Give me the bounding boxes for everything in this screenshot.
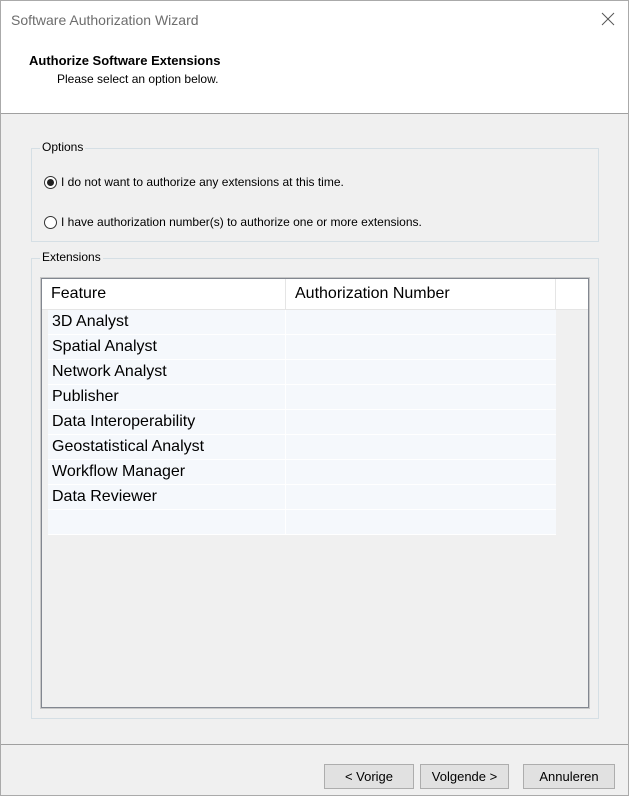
feature-cell: Geostatistical Analyst <box>48 435 286 459</box>
options-legend: Options <box>40 140 86 154</box>
table-row[interactable]: Network Analyst <box>48 360 556 385</box>
feature-cell: Network Analyst <box>48 360 286 384</box>
window-title: Software Authorization Wizard <box>11 12 199 28</box>
authorization-number-cell[interactable] <box>286 435 556 459</box>
authorization-number-cell[interactable] <box>286 335 556 359</box>
wizard-header: Authorize Software Extensions Please sel… <box>1 39 628 114</box>
options-group: Options I do not want to authorize any e… <box>31 140 599 242</box>
table-row[interactable]: Data Interoperability <box>48 410 556 435</box>
feature-cell: Data Reviewer <box>48 485 286 509</box>
feature-cell <box>48 510 286 534</box>
back-button[interactable]: < Vorige <box>324 764 414 789</box>
table-row[interactable]: Data Reviewer <box>48 485 556 510</box>
column-authorization-number[interactable]: Authorization Number <box>286 279 556 309</box>
extensions-table[interactable]: Feature Authorization Number 3D Analyst S… <box>40 277 590 709</box>
feature-cell: Data Interoperability <box>48 410 286 434</box>
cancel-button[interactable]: Annuleren <box>523 764 615 789</box>
table-row[interactable]: Geostatistical Analyst <box>48 435 556 460</box>
authorization-number-cell[interactable] <box>286 485 556 509</box>
feature-cell: 3D Analyst <box>48 310 286 334</box>
table-row[interactable]: Publisher <box>48 385 556 410</box>
radio-authorize[interactable] <box>44 215 57 229</box>
footer-divider <box>1 744 628 745</box>
page-title: Authorize Software Extensions <box>29 53 221 68</box>
option-authorize[interactable]: I have authorization number(s) to author… <box>44 215 422 229</box>
option-no-authorize-label: I do not want to authorize any extension… <box>61 175 344 189</box>
authorization-number-cell[interactable] <box>286 310 556 334</box>
feature-cell: Workflow Manager <box>48 460 286 484</box>
feature-cell: Spatial Analyst <box>48 335 286 359</box>
feature-cell: Publisher <box>48 385 286 409</box>
extensions-legend: Extensions <box>40 250 103 264</box>
table-header: Feature Authorization Number <box>42 279 588 310</box>
page-subtitle: Please select an option below. <box>57 72 219 86</box>
radio-no-authorize[interactable] <box>44 175 57 189</box>
authorization-number-cell[interactable] <box>286 385 556 409</box>
title-bar: Software Authorization Wizard <box>1 1 628 39</box>
table-row[interactable]: 3D Analyst <box>48 310 556 335</box>
authorization-number-cell[interactable] <box>286 510 556 534</box>
wizard-window: Software Authorization Wizard Authorize … <box>0 0 629 796</box>
option-authorize-label: I have authorization number(s) to author… <box>61 215 422 229</box>
authorization-number-cell[interactable] <box>286 460 556 484</box>
next-button[interactable]: Volgende > <box>420 764 509 789</box>
table-row[interactable]: Workflow Manager <box>48 460 556 485</box>
close-icon[interactable] <box>600 11 616 27</box>
option-no-authorize[interactable]: I do not want to authorize any extension… <box>44 175 344 189</box>
table-row[interactable] <box>48 510 556 535</box>
column-feature[interactable]: Feature <box>42 279 286 309</box>
table-row[interactable]: Spatial Analyst <box>48 335 556 360</box>
table-body: 3D Analyst Spatial Analyst Network Analyst… <box>48 310 556 535</box>
authorization-number-cell[interactable] <box>286 360 556 384</box>
authorization-number-cell[interactable] <box>286 410 556 434</box>
